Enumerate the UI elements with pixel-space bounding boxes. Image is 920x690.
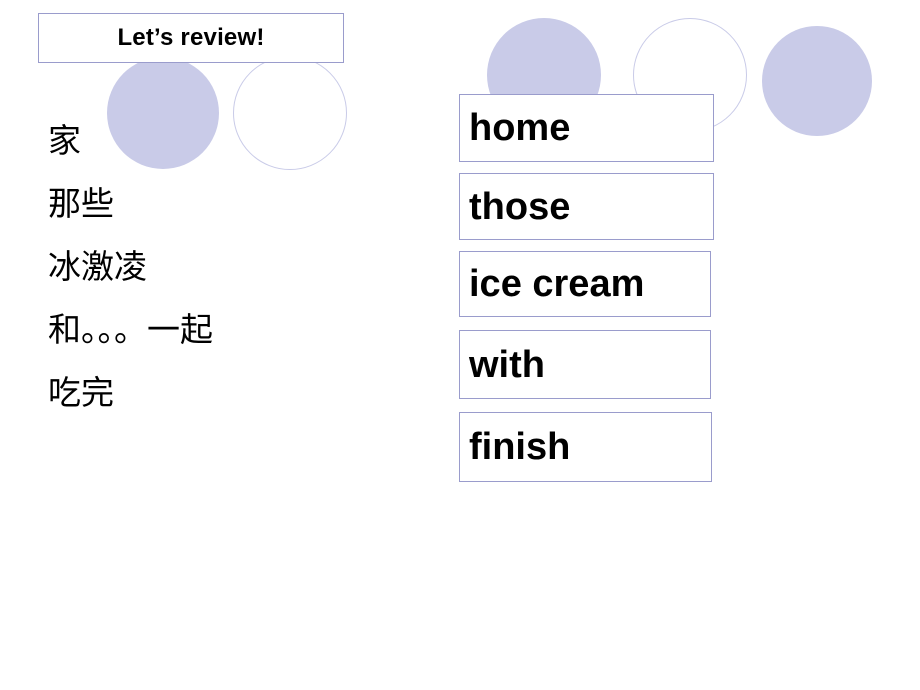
english-term-box-5: finish: [459, 412, 712, 482]
chinese-term-3: 冰激凌: [48, 247, 147, 286]
english-term-list: home those ice cream with finish: [459, 94, 714, 482]
english-term-2: those: [469, 185, 571, 228]
english-term-5: finish: [469, 426, 571, 468]
english-term-1: home: [469, 107, 571, 149]
slide-canvas: Let’s review! 家 那些 冰激凌 和。。。一起 吃完 home th…: [0, 0, 920, 690]
title-box: Let’s review!: [38, 13, 344, 63]
chinese-term-1: 家: [48, 121, 81, 160]
english-term-3: ice cream: [469, 263, 645, 305]
chinese-term-list: 家 那些 冰激凌 和。。。一起 吃完: [48, 124, 428, 439]
english-term-4: with: [469, 343, 545, 386]
decorative-circle-filled-right: [762, 26, 872, 136]
english-term-box-4: with: [459, 330, 711, 399]
chinese-term-5: 吃完: [48, 373, 114, 412]
english-term-box-1: home: [459, 94, 714, 162]
english-term-box-2: those: [459, 173, 714, 240]
chinese-term-2: 那些: [48, 184, 114, 223]
chinese-term-4: 和。。。一起: [48, 310, 213, 349]
page-title: Let’s review!: [117, 24, 265, 51]
english-term-box-3: ice cream: [459, 251, 711, 317]
